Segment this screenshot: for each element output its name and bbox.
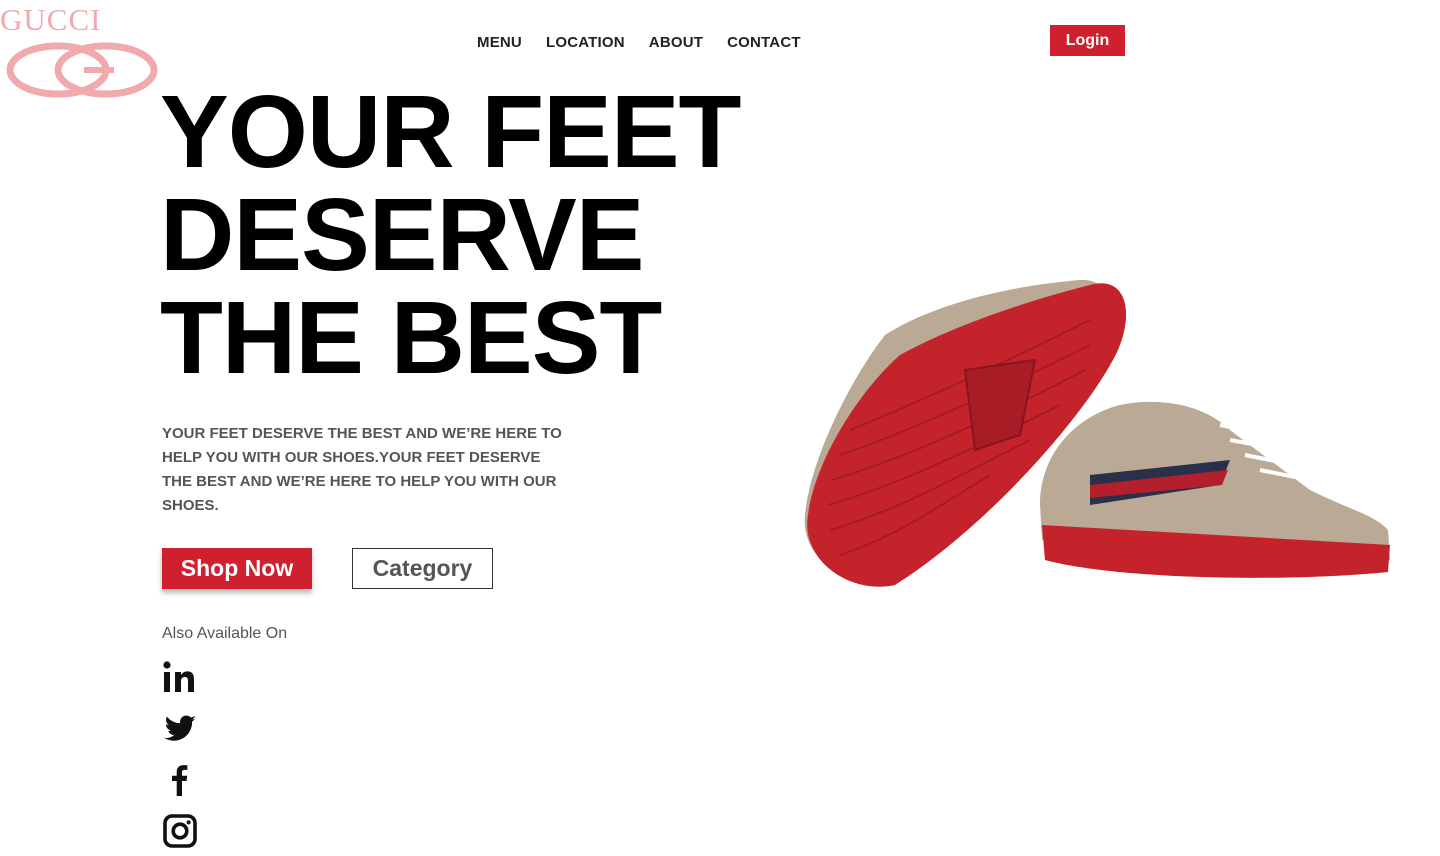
hero-description: YOUR FEET DESERVE THE BEST AND WE’RE HER… [162, 425, 562, 514]
brand-logo-text: GUCCI [0, 2, 102, 37]
nav-item-location[interactable]: LOCATION [546, 34, 625, 51]
also-available-label: Also Available On [162, 625, 288, 642]
main-nav: MENU LOCATION ABOUT CONTACT [477, 34, 825, 51]
linkedin-icon[interactable] [162, 660, 198, 696]
brand-logo-icon [6, 42, 158, 98]
nav-item-contact[interactable]: CONTACT [727, 34, 801, 51]
sneaker-product-image [804, 279, 1390, 587]
hero-title-line: DESERVE [160, 177, 644, 292]
hero-title: YOUR FEET DESERVE THE BEST [160, 80, 800, 389]
facebook-icon[interactable] [162, 762, 198, 798]
login-button[interactable]: Login [1050, 25, 1125, 56]
category-button[interactable]: Category [352, 548, 493, 589]
instagram-icon[interactable] [162, 813, 198, 849]
nav-item-menu[interactable]: MENU [477, 34, 522, 51]
twitter-icon[interactable] [162, 711, 198, 747]
shop-now-button[interactable]: Shop Now [162, 548, 312, 589]
hero-title-line: THE BEST [160, 280, 662, 395]
hero-title-line: YOUR FEET [160, 74, 741, 189]
nav-item-about[interactable]: ABOUT [649, 34, 703, 51]
